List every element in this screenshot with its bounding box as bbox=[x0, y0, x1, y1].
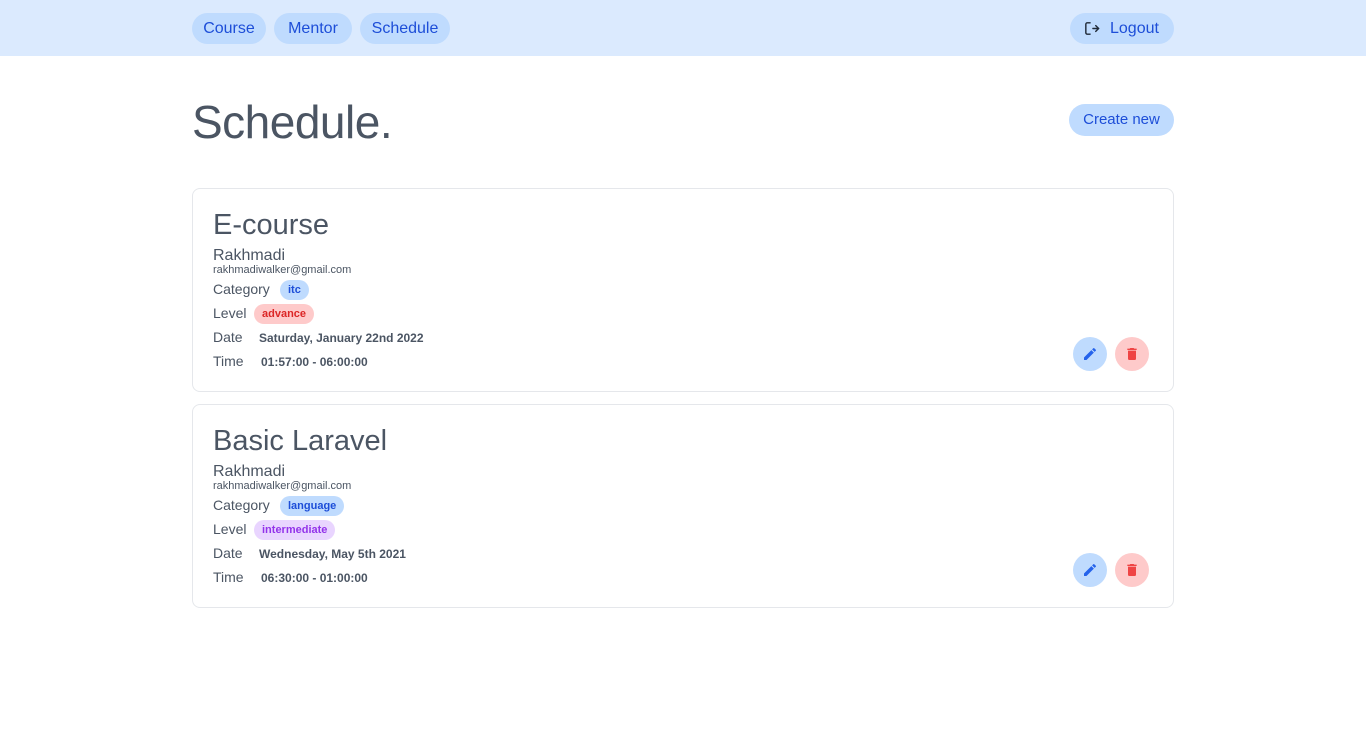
category-label: Category bbox=[213, 281, 270, 297]
top-navbar: Course Mentor Schedule Logout bbox=[0, 0, 1366, 56]
level-badge: intermediate bbox=[254, 520, 336, 540]
edit-button[interactable] bbox=[1073, 553, 1107, 587]
category-label: Category bbox=[213, 497, 270, 513]
pencil-icon bbox=[1084, 347, 1097, 360]
time-label: Time bbox=[213, 353, 244, 369]
date-label: Date bbox=[213, 545, 243, 561]
time-value: 01:57:00 - 06:00:00 bbox=[261, 355, 368, 369]
category-badge: language bbox=[280, 496, 345, 516]
time-value: 06:30:00 - 01:00:00 bbox=[261, 571, 368, 585]
nav-course-link[interactable]: Course bbox=[192, 13, 266, 44]
mentor-email: rakhmadiwalker@gmail.com bbox=[213, 480, 352, 492]
course-title: E-course bbox=[213, 209, 330, 241]
page-title: Schedule. bbox=[192, 96, 393, 148]
trash-icon bbox=[1127, 348, 1137, 360]
level-badge: advance bbox=[254, 304, 315, 324]
logout-icon bbox=[1085, 22, 1100, 35]
level-label: Level bbox=[213, 521, 247, 537]
time-label: Time bbox=[213, 569, 244, 585]
nav-mentor-link[interactable]: Mentor bbox=[274, 13, 352, 44]
create-new-button[interactable]: Create new bbox=[1069, 104, 1174, 136]
date-value: Saturday, January 22nd 2022 bbox=[259, 331, 424, 345]
delete-button[interactable] bbox=[1115, 553, 1149, 587]
nav-schedule-link[interactable]: Schedule bbox=[360, 13, 450, 44]
date-label: Date bbox=[213, 329, 243, 345]
logout-button[interactable]: Logout bbox=[1070, 13, 1174, 44]
mentor-name: Rakhmadi bbox=[213, 247, 286, 264]
category-badge: itc bbox=[280, 280, 309, 300]
mentor-email: rakhmadiwalker@gmail.com bbox=[213, 264, 352, 276]
schedule-card: E-course Rakhmadi rakhmadiwalker@gmail.c… bbox=[192, 188, 1174, 392]
mentor-name: Rakhmadi bbox=[213, 463, 286, 480]
pencil-icon bbox=[1084, 563, 1097, 576]
level-label: Level bbox=[213, 305, 247, 321]
delete-button[interactable] bbox=[1115, 337, 1149, 371]
trash-icon bbox=[1127, 564, 1137, 576]
date-value: Wednesday, May 5th 2021 bbox=[259, 547, 406, 561]
edit-button[interactable] bbox=[1073, 337, 1107, 371]
course-title: Basic Laravel bbox=[213, 425, 388, 457]
logout-label: Logout bbox=[1110, 20, 1159, 37]
schedule-card: Basic Laravel Rakhmadi rakhmadiwalker@gm… bbox=[192, 404, 1174, 608]
